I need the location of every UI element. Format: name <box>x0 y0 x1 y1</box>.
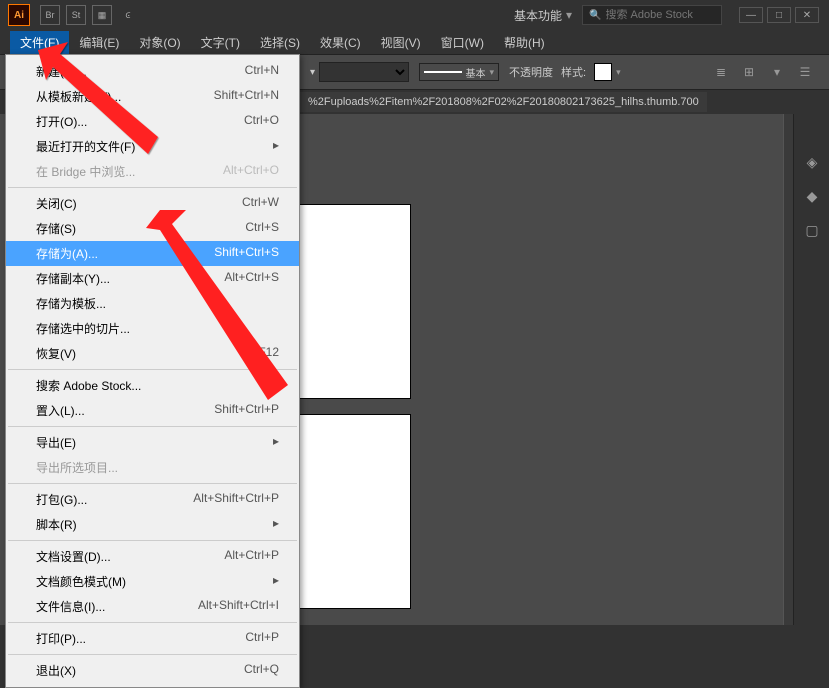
menu-item-shortcut: Shift+Ctrl+P <box>214 402 279 419</box>
dropdown-caret-icon[interactable]: ▾ <box>616 67 621 78</box>
style-label: 样式: <box>561 64 586 80</box>
menu-item[interactable]: 文件信息(I)... Alt+Shift+Ctrl+I <box>6 594 299 619</box>
layers-panel-icon[interactable]: ◆ <box>796 180 828 212</box>
menu-item-label: 存储选中的切片... <box>36 320 130 337</box>
menu-item-label: 存储副本(Y)... <box>36 270 110 287</box>
menu-item-label: 打印(P)... <box>36 630 86 647</box>
menu-item-label: 导出所选项目... <box>36 459 118 476</box>
document-tab[interactable]: %2Fuploads%2Fitem%2F201808%2F02%2F201808… <box>300 92 707 112</box>
stock-icon[interactable]: St <box>66 5 86 25</box>
align-icon[interactable]: ≣ <box>709 60 733 84</box>
maximize-button[interactable]: □ <box>767 7 791 23</box>
bridge-icon[interactable]: Br <box>40 5 60 25</box>
app-icon: Ai <box>8 4 30 26</box>
menu-item-label: 搜索 Adobe Stock... <box>36 377 141 394</box>
menu-effect[interactable]: 效果(C) <box>310 31 371 54</box>
menu-item-shortcut: Shift+Ctrl+N <box>214 88 279 105</box>
panels-dock: ◈ ◆ ▢ <box>793 114 829 625</box>
search-icon: 🔍 <box>589 10 601 21</box>
menu-item[interactable]: 置入(L)... Shift+Ctrl+P <box>6 398 299 423</box>
menu-type[interactable]: 文字(T) <box>191 31 250 54</box>
stroke-style-select[interactable]: 基本 ▾ <box>419 63 499 81</box>
workspace-switcher[interactable]: 基本功能 <box>514 7 572 24</box>
panel-collapse-strip[interactable] <box>783 114 793 625</box>
menu-item[interactable]: 文档设置(D)... Alt+Ctrl+P <box>6 544 299 569</box>
close-button[interactable]: ✕ <box>795 7 819 23</box>
menu-item-label: 存储为(A)... <box>36 245 98 262</box>
menu-item-label: 文档颜色模式(M) <box>36 573 126 590</box>
menu-item-shortcut: ▸ <box>273 138 279 155</box>
menu-item-label: 关闭(C) <box>36 195 77 212</box>
menu-item-shortcut: Alt+Ctrl+O <box>223 163 279 180</box>
menu-item[interactable]: 打包(G)... Alt+Shift+Ctrl+P <box>6 487 299 512</box>
menu-item[interactable]: 导出(E) ▸ <box>6 430 299 455</box>
annotation-arrow-1 <box>28 42 168 162</box>
menu-item-shortcut: Ctrl+Q <box>244 662 279 679</box>
menu-item: 在 Bridge 中浏览... Alt+Ctrl+O <box>6 159 299 184</box>
style-swatch[interactable] <box>594 63 612 81</box>
menu-item-label: 文档设置(D)... <box>36 548 111 565</box>
menu-item-label: 退出(X) <box>36 662 76 679</box>
options-icon[interactable]: ☰ <box>793 60 817 84</box>
menu-item-shortcut: ▸ <box>273 434 279 451</box>
transform-icon[interactable]: ⊞ <box>737 60 761 84</box>
menu-window[interactable]: 窗口(W) <box>431 31 494 54</box>
menu-item-shortcut: Alt+Shift+Ctrl+P <box>193 491 279 508</box>
menu-item-label: 导出(E) <box>36 434 76 451</box>
arrange-icon[interactable]: ▦ <box>92 5 112 25</box>
menu-select[interactable]: 选择(S) <box>250 31 310 54</box>
dropdown-caret-icon[interactable]: ▾ <box>310 67 315 78</box>
search-input[interactable] <box>605 9 715 21</box>
menu-item[interactable]: 文档颜色模式(M) ▸ <box>6 569 299 594</box>
menu-separator <box>8 622 297 623</box>
title-bar: Ai Br St ▦ ⪽ 基本功能 🔍 — □ ✕ <box>0 0 829 30</box>
menu-item-label: 存储(S) <box>36 220 76 237</box>
menu-item: 导出所选项目... <box>6 455 299 480</box>
menu-item-shortcut: ▸ <box>273 516 279 533</box>
menu-item[interactable]: 退出(X) Ctrl+Q <box>6 658 299 683</box>
menu-view[interactable]: 视图(V) <box>371 31 431 54</box>
menu-separator <box>8 483 297 484</box>
menu-item-label: 脚本(R) <box>36 516 77 533</box>
search-stock-box[interactable]: 🔍 <box>582 5 722 25</box>
annotation-arrow-2 <box>138 200 298 400</box>
properties-panel-icon[interactable]: ◈ <box>796 146 828 178</box>
menu-item-shortcut: Alt+Ctrl+P <box>224 548 279 565</box>
menu-item[interactable]: 打印(P)... Ctrl+P <box>6 626 299 651</box>
menu-item-shortcut: Alt+Shift+Ctrl+I <box>198 598 279 615</box>
menu-separator <box>8 654 297 655</box>
minimize-button[interactable]: — <box>739 7 763 23</box>
menu-separator <box>8 426 297 427</box>
menu-item-label: 文件信息(I)... <box>36 598 105 615</box>
menu-item-shortcut: ▸ <box>273 573 279 590</box>
menu-item-label: 恢复(V) <box>36 345 76 362</box>
isolate-icon[interactable]: ▾ <box>765 60 789 84</box>
gpu-icon[interactable]: ⪽ <box>118 5 138 25</box>
menu-help[interactable]: 帮助(H) <box>494 31 555 54</box>
menu-item-label: 在 Bridge 中浏览... <box>36 163 135 180</box>
menu-item-shortcut: Ctrl+P <box>245 630 279 647</box>
menu-item-shortcut: Ctrl+O <box>244 113 279 130</box>
menu-separator <box>8 540 297 541</box>
menu-item-label: 置入(L)... <box>36 402 85 419</box>
menu-separator <box>8 187 297 188</box>
stroke-weight-select[interactable] <box>319 62 409 82</box>
opacity-label: 不透明度 <box>509 64 553 80</box>
menu-item-label: 打包(G)... <box>36 491 87 508</box>
menu-item-shortcut: Ctrl+N <box>245 63 279 80</box>
menu-item-label: 存储为模板... <box>36 295 106 312</box>
artboards-panel-icon[interactable]: ▢ <box>796 214 828 246</box>
menu-item[interactable]: 脚本(R) ▸ <box>6 512 299 537</box>
